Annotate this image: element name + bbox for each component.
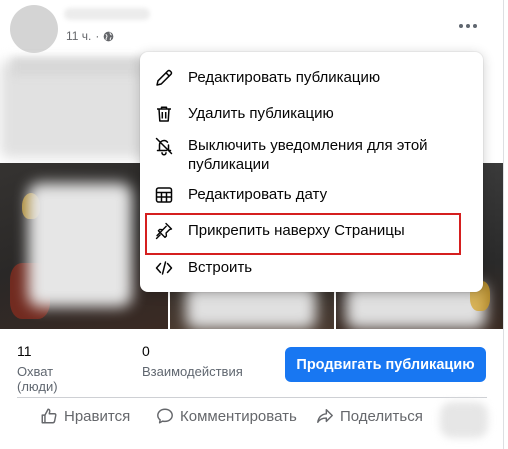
dot-icon — [459, 24, 463, 28]
menu-item-label: Редактировать дату — [188, 186, 328, 203]
globe-icon — [104, 31, 114, 41]
bell-off-icon — [155, 137, 173, 156]
menu-item-label: Встроить — [188, 259, 253, 276]
like-button[interactable]: Нравится — [40, 407, 130, 425]
reach-stat[interactable]: 11 Охват (люди) — [17, 343, 58, 394]
engagement-count: 0 — [142, 343, 150, 359]
action-bar: Нравится Комментировать Поделиться — [0, 402, 503, 432]
promote-post-button[interactable]: Продвигать публикацию — [285, 347, 486, 382]
menu-item-label-line: Выключить уведомления для этой — [188, 137, 428, 154]
avatar[interactable] — [10, 5, 58, 53]
comment-icon — [157, 408, 173, 424]
menu-item-edit-post[interactable]: Редактировать публикацию — [148, 68, 475, 88]
dot-icon — [466, 24, 470, 28]
share-button[interactable]: Поделиться — [316, 407, 423, 425]
reach-label: Охват (люди) — [17, 364, 58, 394]
thumbs-up-icon — [41, 408, 57, 424]
menu-item-delete-post[interactable]: Удалить публикацию — [148, 104, 475, 124]
media-text-redacted — [28, 183, 132, 307]
reach-count: 11 — [17, 343, 32, 359]
share-label: Поделиться — [340, 407, 423, 425]
like-label: Нравится — [64, 407, 131, 425]
calendar-icon — [155, 187, 173, 203]
post-meta: 11 ч. · — [66, 29, 114, 43]
menu-item-label: Редактировать публикацию — [188, 69, 381, 86]
comment-button[interactable]: Комментировать — [156, 407, 297, 425]
menu-item-turn-off-notifications[interactable]: Выключить уведомления для этой публикаци… — [148, 136, 475, 174]
redacted-area — [440, 402, 488, 438]
pencil-icon — [156, 69, 173, 86]
annotation-highlight-box — [145, 213, 461, 255]
engagement-label: Взаимодействия — [142, 364, 243, 379]
share-icon — [317, 408, 333, 424]
more-options-button[interactable] — [451, 14, 485, 38]
menu-item-label: Выключить уведомления для этой публикаци… — [188, 136, 428, 174]
menu-item-embed[interactable]: Встроить — [148, 258, 475, 278]
menu-item-edit-date[interactable]: Редактировать дату — [148, 185, 475, 205]
menu-item-label-line: публикации — [188, 156, 270, 173]
engagement-stat[interactable]: 0 Взаимодействия — [142, 343, 243, 379]
comment-label: Комментировать — [180, 407, 297, 425]
author-name-redacted — [64, 8, 150, 20]
divider — [17, 397, 487, 398]
trash-icon — [157, 106, 171, 122]
post-time[interactable]: 11 ч. — [66, 29, 91, 43]
menu-item-label: Удалить публикацию — [188, 105, 334, 122]
embed-icon — [155, 261, 173, 275]
dot-icon — [473, 24, 477, 28]
meta-separator: · — [95, 29, 100, 43]
post-options-menu: Редактировать публикацию Удалить публика… — [140, 52, 483, 292]
post-text-redacted-line — [12, 58, 142, 76]
